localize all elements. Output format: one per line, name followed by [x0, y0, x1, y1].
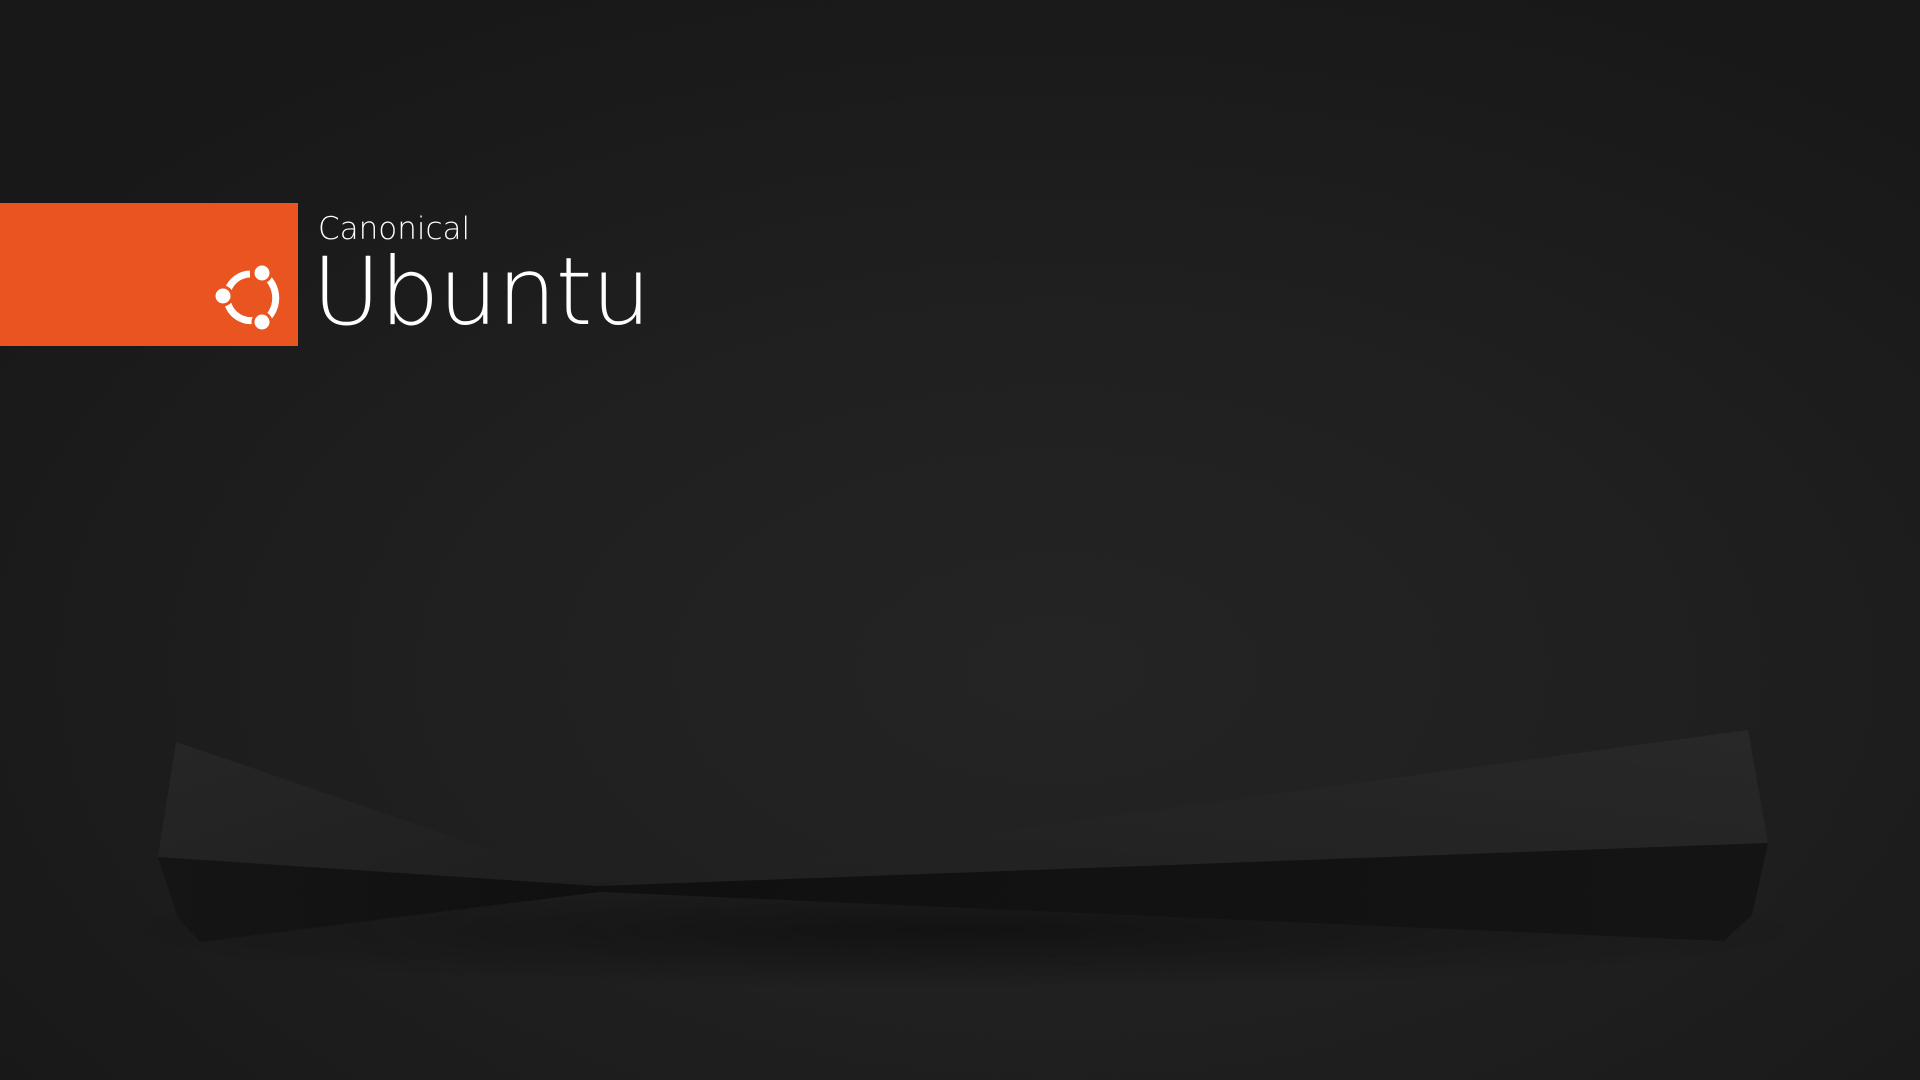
wallpaper-ribbon-shape [100, 730, 1820, 990]
desktop-wallpaper: Canonical Ubuntu [0, 0, 1920, 1080]
